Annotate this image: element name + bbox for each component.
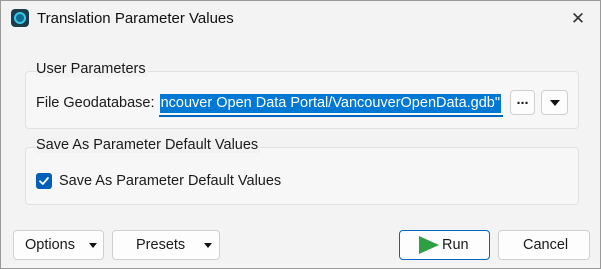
browse-button[interactable]: ... (510, 90, 535, 115)
caret-down-icon (89, 243, 97, 248)
file-geodatabase-label: File Geodatabase: (36, 95, 155, 111)
file-geodatabase-input[interactable]: ncouver Open Data Portal/VancouverOpenDa… (159, 93, 503, 117)
checkmark-icon (39, 177, 49, 185)
title-bar: Translation Parameter Values ✕ (1, 1, 600, 37)
close-icon: ✕ (570, 9, 586, 28)
app-icon (11, 9, 29, 27)
presets-button[interactable]: Presets (112, 230, 220, 260)
play-icon (419, 236, 439, 254)
run-button-label: Run (442, 237, 469, 253)
options-button-label: Options (25, 237, 75, 253)
options-button[interactable]: Options (13, 230, 104, 260)
user-parameters-label: User Parameters (36, 61, 148, 77)
window-title: Translation Parameter Values (37, 10, 234, 27)
caret-down-icon (204, 243, 212, 248)
save-defaults-checkbox-label[interactable]: Save As Parameter Default Values (59, 173, 281, 189)
dialog-window: Translation Parameter Values ✕ User Para… (0, 0, 601, 269)
cancel-button[interactable]: Cancel (498, 230, 590, 260)
presets-button-label: Presets (136, 237, 186, 253)
dropdown-arrow-icon[interactable] (541, 90, 568, 115)
cancel-button-label: Cancel (523, 237, 569, 253)
save-defaults-label: Save As Parameter Default Values (36, 137, 261, 153)
file-geodatabase-value: ncouver Open Data Portal/VancouverOpenDa… (159, 94, 501, 113)
run-button[interactable]: Run (399, 230, 490, 260)
save-defaults-checkbox[interactable] (36, 173, 52, 189)
close-button[interactable]: ✕ (564, 5, 592, 33)
